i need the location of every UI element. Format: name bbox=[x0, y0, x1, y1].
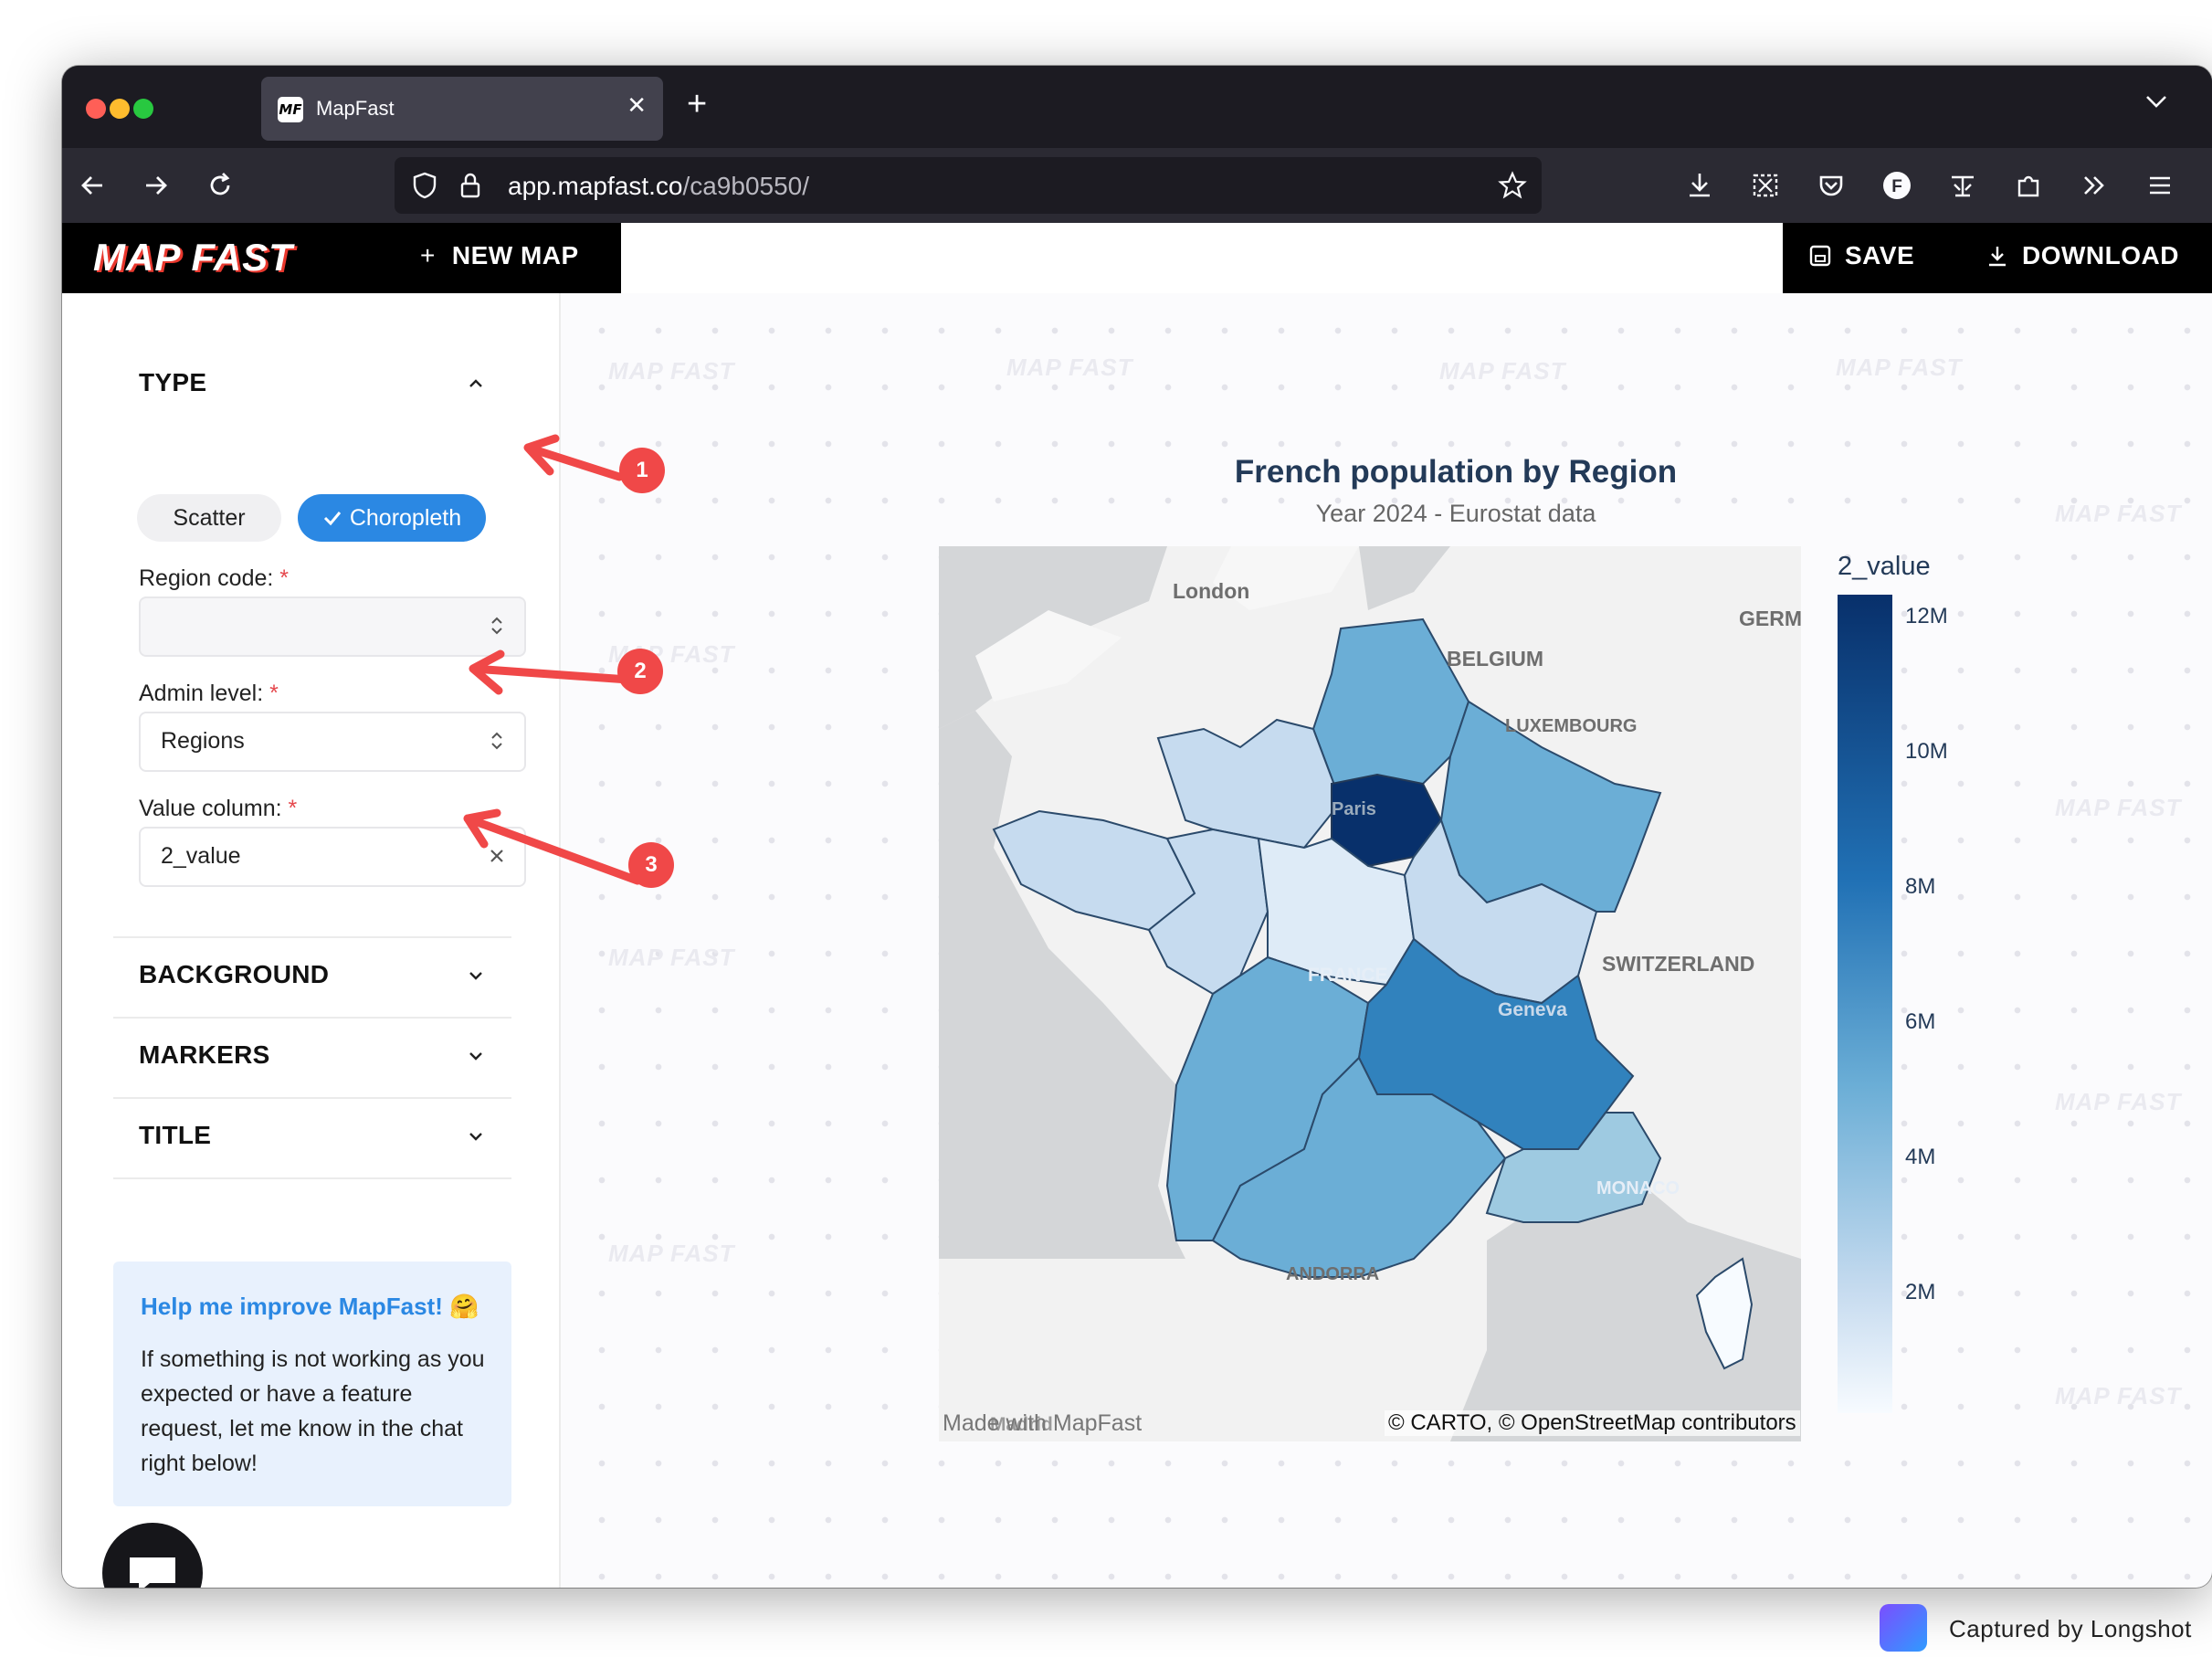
url-path: /ca9b0550/ bbox=[682, 172, 810, 200]
chevron-down-icon[interactable] bbox=[464, 1044, 488, 1068]
download-label: DOWNLOAD bbox=[2022, 241, 2179, 269]
browser-window: MF MapFast ✕ + app.mapfast.co/ca9b0550/ … bbox=[62, 66, 2212, 1588]
new-tab-icon[interactable]: + bbox=[687, 86, 707, 122]
header-actions: SAVE DOWNLOAD bbox=[1783, 223, 2212, 293]
save-label: SAVE bbox=[1845, 241, 1915, 269]
tab-list-chevron-down-icon[interactable] bbox=[2143, 88, 2170, 115]
watermark: MAP FAST bbox=[1836, 354, 1963, 381]
reload-icon[interactable] bbox=[203, 168, 237, 203]
watermark: MAP FAST bbox=[608, 1240, 735, 1267]
map-title: French population by Region bbox=[1234, 454, 1678, 490]
svg-text:F: F bbox=[1891, 177, 1902, 196]
title-section-title[interactable]: TITLE bbox=[139, 1121, 211, 1150]
translate-icon[interactable] bbox=[1945, 168, 1980, 203]
help-title: Help me improve MapFast! 🤗 bbox=[141, 1293, 479, 1320]
annotation-badge: 3 bbox=[628, 842, 674, 888]
browser-tabbar: MF MapFast ✕ + bbox=[62, 66, 2212, 148]
label-switzerland: SWITZERLAND bbox=[1602, 952, 1755, 976]
url-text[interactable]: app.mapfast.co/ca9b0550/ bbox=[508, 172, 809, 201]
save-button[interactable]: SAVE bbox=[1808, 241, 1914, 270]
legend-title: 2_value bbox=[1838, 552, 1931, 581]
address-bar[interactable]: app.mapfast.co/ca9b0550/ bbox=[395, 157, 1542, 214]
tracking-shield-icon[interactable] bbox=[409, 170, 440, 201]
help-body: If something is not working as you expec… bbox=[141, 1346, 485, 1476]
url-host: app.mapfast.co bbox=[508, 172, 683, 200]
download-icon bbox=[1989, 247, 2006, 267]
browser-tab[interactable]: MF MapFast ✕ bbox=[261, 77, 663, 141]
markers-section-title[interactable]: MARKERS bbox=[139, 1040, 270, 1070]
legend-tick: 12M bbox=[1905, 604, 1948, 628]
divider bbox=[113, 1177, 511, 1179]
downloads-icon[interactable] bbox=[1682, 168, 1717, 203]
chat-bubble-icon bbox=[130, 1557, 175, 1588]
label-london: London bbox=[1173, 579, 1250, 603]
map-attribution[interactable]: © CARTO, © OpenStreetMap contributors bbox=[1385, 1410, 1800, 1436]
mapfast-app: MAP FAST + NEW MAP SAVE DOWNLOAD TYPE Sc… bbox=[62, 223, 2212, 1588]
label-paris: Paris bbox=[1332, 799, 1376, 819]
legend-tick: 4M bbox=[1905, 1145, 1936, 1169]
help-card: Help me improve MapFast! 🤗 If something … bbox=[113, 1262, 511, 1506]
legend-tick: 10M bbox=[1905, 739, 1948, 764]
map-svg bbox=[939, 546, 1801, 1441]
label-luxembourg: LUXEMBOURG bbox=[1505, 716, 1638, 736]
watermark: MAP FAST bbox=[1006, 354, 1133, 381]
legend-tick: 2M bbox=[1905, 1280, 1936, 1304]
mapfast-favicon-icon: MF bbox=[278, 97, 303, 122]
color-scale-bar bbox=[1838, 595, 1892, 1413]
profile-f-icon[interactable]: F bbox=[1880, 168, 1914, 203]
browser-navbar: app.mapfast.co/ca9b0550/ F bbox=[62, 148, 2212, 223]
legend-tick: 6M bbox=[1905, 1009, 1936, 1034]
made-with-mapfast[interactable]: Made with MapFast bbox=[943, 1410, 1142, 1437]
map-subtitle: Year 2024 - Eurostat data bbox=[1315, 500, 1596, 527]
divider bbox=[113, 1097, 511, 1099]
bookmark-star-icon[interactable] bbox=[1496, 169, 1529, 202]
lock-icon[interactable] bbox=[457, 170, 484, 201]
annotation-arrows bbox=[463, 434, 642, 885]
tab-title: MapFast bbox=[316, 97, 395, 120]
label-monaco: MONACO bbox=[1596, 1178, 1680, 1198]
annotation-badge: 2 bbox=[617, 649, 663, 694]
annotation-badge: 1 bbox=[619, 448, 665, 493]
label-france: FRANCE bbox=[1308, 965, 1388, 986]
more-tools-chevrons-icon[interactable] bbox=[2077, 168, 2112, 203]
close-tab-icon[interactable]: ✕ bbox=[627, 91, 647, 120]
pocket-icon[interactable] bbox=[1814, 168, 1849, 203]
map-canvas-area: MAP FAST MAP FAST MAP FAST MAP FAST MAP … bbox=[561, 293, 2212, 1588]
forward-arrow-icon[interactable] bbox=[139, 168, 174, 203]
divider bbox=[113, 1017, 511, 1019]
maximize-window-button[interactable] bbox=[133, 99, 153, 119]
label-germany: GERM bbox=[1739, 607, 1801, 630]
legend-tick: 8M bbox=[1905, 874, 1936, 899]
longshot-logo-icon bbox=[1880, 1604, 1927, 1652]
download-button[interactable]: DOWNLOAD bbox=[1986, 241, 2179, 270]
label-andorra: ANDORRA bbox=[1286, 1264, 1380, 1284]
save-floppy-icon bbox=[1809, 245, 1831, 267]
chevron-down-icon[interactable] bbox=[464, 964, 488, 987]
back-arrow-icon[interactable] bbox=[75, 168, 110, 203]
minimize-window-button[interactable] bbox=[110, 99, 130, 119]
choropleth-map[interactable]: London BELGIUM GERM LUXEMBOURG Paris FRA… bbox=[939, 546, 1801, 1441]
watermark: MAP FAST bbox=[1439, 357, 1566, 385]
chat-button[interactable] bbox=[102, 1523, 203, 1588]
watermark: MAP FAST bbox=[2055, 794, 2182, 821]
background-section-title[interactable]: BACKGROUND bbox=[139, 960, 329, 989]
screenshot-icon[interactable] bbox=[1748, 168, 1783, 203]
captured-by-longshot: Captured by Longshot bbox=[1949, 1615, 2192, 1642]
hamburger-menu-icon[interactable] bbox=[2143, 168, 2177, 203]
watermark: MAP FAST bbox=[2055, 1088, 2182, 1115]
chevron-down-icon[interactable] bbox=[464, 1124, 488, 1148]
label-belgium: BELGIUM bbox=[1447, 647, 1544, 670]
watermark: MAP FAST bbox=[2055, 1382, 2182, 1409]
label-geneva: Geneva bbox=[1498, 999, 1567, 1020]
extensions-puzzle-icon[interactable] bbox=[2011, 168, 2046, 203]
close-window-button[interactable] bbox=[86, 99, 106, 119]
